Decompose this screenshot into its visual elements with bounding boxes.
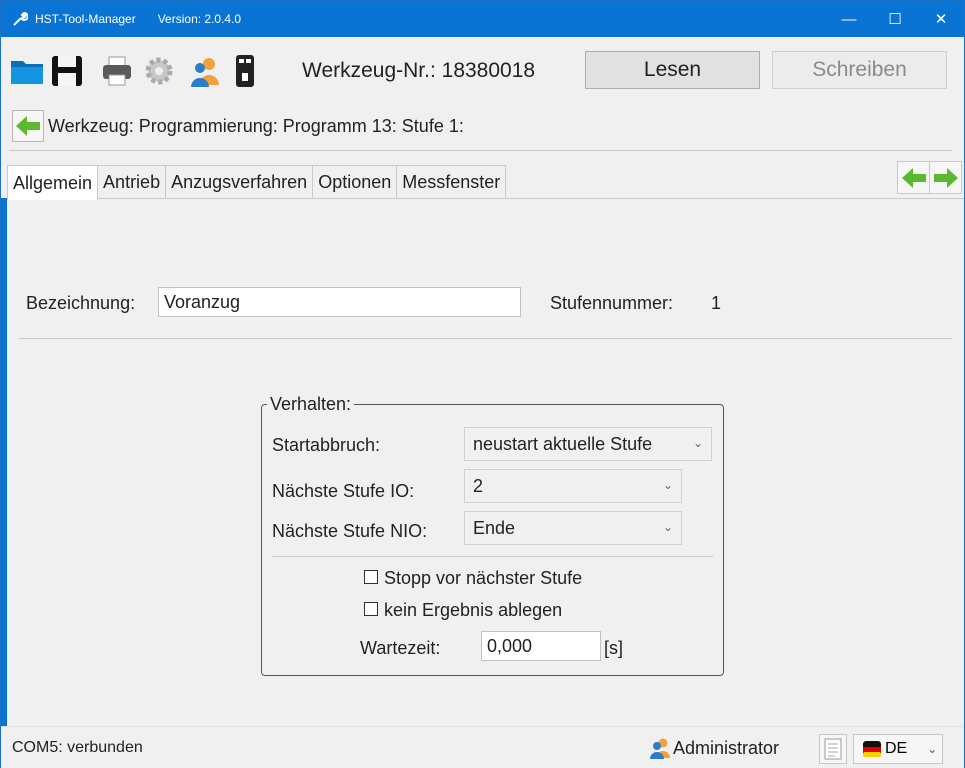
title-bar: HST-Tool-Manager Version: 2.0.4.0 — ☐ ✕ [1, 1, 964, 37]
user-name: Administrator [673, 737, 780, 758]
next-nio-select[interactable]: Ende ⌄ [464, 511, 682, 545]
tab-anzugsverfahren[interactable]: Anzugsverfahren [165, 165, 314, 199]
next-io-label: Nächste Stufe IO: [272, 481, 415, 501]
window-title: HST-Tool-Manager [35, 12, 136, 26]
connection-status: COM5: verbunden [12, 739, 143, 756]
tab-navigation [897, 161, 962, 194]
wait-time-unit: [s] [604, 638, 624, 658]
chevron-down-icon: ⌄ [692, 436, 703, 450]
tab-messfenster[interactable]: Messfenster [396, 165, 507, 199]
chevron-down-icon: ⌄ [662, 520, 673, 534]
stop-label: Stopp vor nächster Stufe [384, 568, 583, 588]
name-input[interactable] [158, 287, 521, 317]
usb-icon[interactable] [227, 53, 263, 89]
chevron-down-icon: ⌄ [662, 478, 673, 492]
breadcrumb-path: Werkzeug: Programmierung: Programm 13: S… [48, 115, 464, 136]
maximize-button[interactable]: ☐ [872, 1, 918, 37]
next-tab-arrow-icon[interactable] [929, 161, 962, 194]
tool-number: Werkzeug-Nr.: 18380018 [302, 59, 536, 82]
start-abort-value: neustart aktuelle Stufe [473, 433, 653, 454]
breadcrumb: Werkzeug: Programmierung: Programm 13: S… [1, 103, 964, 149]
close-button[interactable]: ✕ [918, 1, 964, 37]
document-icon [824, 738, 842, 760]
window-version: Version: 2.0.4.0 [157, 12, 242, 26]
app-window: HST-Tool-Manager Version: 2.0.4.0 — ☐ ✕ … [0, 0, 965, 768]
no-result-label: kein Ergebnis ablegen [384, 600, 563, 620]
stage-number-label: Stufennummer: [550, 293, 674, 313]
tab-optionen[interactable]: Optionen [312, 165, 398, 199]
tab-allgemein[interactable]: Allgemein [7, 165, 99, 200]
tab-antrieb[interactable]: Antrieb [97, 165, 167, 199]
language-value: DE [885, 740, 908, 757]
wait-time-label: Wartezeit: [360, 638, 441, 658]
write-button[interactable]: Schreiben [772, 51, 947, 89]
start-abort-select[interactable]: neustart aktuelle Stufe ⌄ [464, 427, 712, 461]
stop-checkbox[interactable] [364, 570, 378, 584]
status-bar: COM5: verbunden Administrator DE ⌄ [1, 726, 964, 768]
read-button[interactable]: Lesen [585, 51, 760, 89]
minimize-button[interactable]: — [826, 1, 872, 37]
previous-tab-arrow-icon[interactable] [897, 161, 930, 194]
behavior-legend: Verhalten: [267, 394, 355, 415]
german-flag-icon [863, 741, 881, 757]
user-indicator: Administrator [649, 737, 779, 759]
users-icon[interactable] [187, 53, 223, 89]
divider [272, 556, 713, 557]
chevron-down-icon: ⌄ [927, 742, 938, 756]
settings-icon[interactable] [141, 53, 177, 89]
wait-time-input[interactable] [481, 631, 601, 661]
divider [19, 338, 952, 339]
log-document-button[interactable] [819, 734, 847, 764]
save-icon[interactable] [49, 53, 85, 89]
tab-bar: Allgemein Antrieb Anzugsverfahren Option… [7, 165, 507, 200]
folder-icon[interactable] [9, 53, 45, 89]
next-nio-value: Ende [473, 517, 516, 538]
language-select[interactable]: DE ⌄ [853, 734, 943, 764]
user-icon [650, 738, 670, 759]
stage-number-value: 1 [711, 293, 722, 313]
print-icon[interactable] [99, 53, 135, 89]
start-abort-label: Startabbruch: [272, 435, 381, 455]
behavior-groupbox: Verhalten: Startabbruch: neustart aktuel… [261, 394, 724, 676]
no-result-checkbox[interactable] [364, 602, 378, 616]
wrench-icon [9, 8, 31, 30]
name-label: Bezeichnung: [26, 293, 136, 313]
next-io-select[interactable]: 2 ⌄ [464, 469, 682, 503]
back-arrow-icon[interactable] [12, 110, 44, 142]
toolbar: Werkzeug-Nr.: 18380018 Lesen Schreiben [1, 37, 964, 103]
divider [9, 150, 952, 151]
next-io-value: 2 [473, 475, 484, 496]
next-nio-label: Nächste Stufe NIO: [272, 521, 428, 541]
